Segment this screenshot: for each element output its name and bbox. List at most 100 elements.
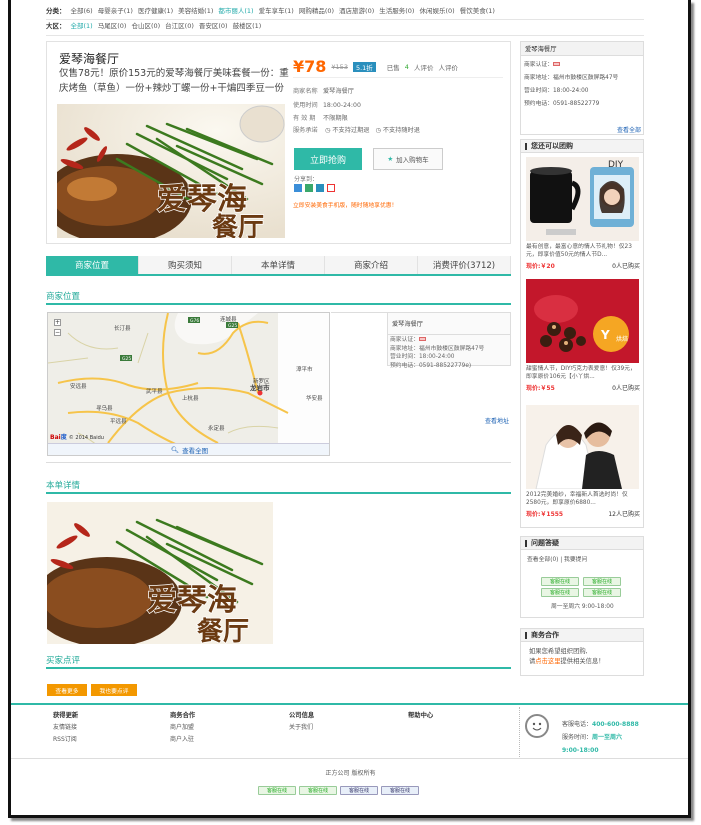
district-cangshan[interactable]: 仓山区(0)	[131, 20, 160, 30]
map-copyright: © 2014 Baidu	[68, 435, 104, 441]
qq-service-button[interactable]: 客服在线	[258, 786, 296, 795]
footer-link-rss[interactable]: RSS订阅	[53, 734, 78, 746]
qq-service-button[interactable]: 客服在线	[381, 786, 419, 795]
tab-location[interactable]: 商家位置	[46, 256, 139, 274]
footer-link-join[interactable]: 商户加盟	[170, 722, 195, 734]
zoom-in-icon[interactable]: +	[54, 319, 61, 326]
footer-col-help: 帮助中心	[408, 710, 433, 722]
more-reviews-button[interactable]: 查看更多	[47, 684, 87, 696]
category-all[interactable]: 全部(6)	[71, 5, 93, 15]
deal-description: 仅售78元！原价153元的爱琴海餐厅美味套餐一份：重庆烤鱼（草鱼）一份+辣炒丁螺…	[59, 68, 289, 94]
hours-label: 使用时间	[293, 102, 318, 109]
sidebar-merchant-box: 爱琴海餐厅 商家认证： 商家地址：福州市鼓楼区鼓屏路47号 营业时间：18:00…	[520, 41, 644, 135]
footer-col-title: 公司信息	[289, 712, 315, 719]
buy-now-button[interactable]: 立即抢购	[294, 148, 362, 170]
coop-text-1: 如果您希望组织团购,	[529, 648, 588, 655]
sidebar-qa-title: 问题答疑	[521, 537, 643, 550]
qq-service-button[interactable]: 客服在线	[299, 786, 337, 795]
category-beauty[interactable]: 美容结婚(1)	[178, 5, 213, 15]
share-renren-icon[interactable]	[305, 184, 313, 192]
baidu-map[interactable]: 连城县 长汀县 龙岩市 永定县 上杭县 武平县 安远县 寻乌县 平远县 华安县 …	[47, 312, 330, 456]
search-icon: 🔍︎	[170, 445, 180, 454]
svg-text:G25: G25	[122, 356, 131, 362]
qq-service-button[interactable]: 客服在线	[541, 577, 579, 586]
recommendation-image[interactable]	[526, 405, 639, 489]
qa-ask-link[interactable]: 我要提问	[564, 557, 587, 563]
service-phone: 400-600-8888	[592, 721, 639, 728]
sidebar-coop-box: 商务合作 如果您希望组织团购, 请点击这里提供相关信息！	[520, 628, 644, 676]
write-review-button[interactable]: 我也要点评	[91, 684, 137, 696]
tab-details[interactable]: 本单详情	[232, 256, 325, 274]
guarantee-1: 不支持过期退	[332, 127, 370, 134]
recommendation-caption[interactable]: 最有创意，最富心意的情人节礼物！仅23元，即享价值50元的情人节D...	[526, 243, 640, 259]
recommendation-price: 现价:￥55	[526, 385, 555, 392]
tab-reviews[interactable]: 消费评价(3712)	[418, 256, 511, 274]
share-qzone-icon[interactable]	[294, 184, 302, 192]
recommendation-image[interactable]: Y 烘焙	[526, 279, 639, 363]
category-baby[interactable]: 母婴亲子(1)	[98, 5, 133, 15]
share-kaixin-icon[interactable]	[316, 184, 324, 192]
footer-link-settle[interactable]: 商户入驻	[170, 734, 195, 746]
coop-text-2-row: 请点击这里提供相关信息！	[529, 657, 635, 667]
map-place-yongding: 永定县	[208, 424, 225, 432]
footer-col-title: 帮助中心	[408, 712, 434, 719]
district-filter: 大区： 全部(1) 马尾区(0) 仓山区(0) 台江区(0) 晋安区(0) 鼓楼…	[46, 14, 644, 36]
sidebar-address: 商家地址：福州市鼓楼区鼓屏路47号	[524, 75, 619, 81]
deal-box: 爱琴海餐厅 仅售78元！原价153元的爱琴海餐厅美味套餐一份：重庆烤鱼（草鱼）一…	[46, 41, 511, 244]
footer-link-about[interactable]: 关于我们	[289, 722, 314, 734]
category-car[interactable]: 爱车享车(1)	[259, 5, 294, 15]
map-merchant-title: 爱琴海餐厅	[388, 313, 510, 335]
qq-service-button[interactable]: 客服在线	[583, 577, 621, 586]
deal-hero-image[interactable]: 爱琴海 餐厅	[57, 104, 285, 238]
qq-service-button[interactable]: 客服在线	[340, 786, 378, 795]
footer-qq-buttons: 客服在线 客服在线 客服在线 客服在线	[258, 786, 419, 795]
recommendation-item[interactable]: Y 烘焙 甜蜜情人节，DIY巧克力表爱意！仅39元，即享原价106元【小丫烘..…	[526, 279, 640, 392]
district-taijiang[interactable]: 台江区(0)	[165, 20, 194, 30]
footer-col-company: 公司信息 关于我们	[289, 710, 314, 734]
view-full-map-button[interactable]: 🔍︎ 查看全图	[48, 443, 329, 455]
category-food[interactable]: 餐饮美食(1)	[460, 5, 495, 15]
category-shopping[interactable]: 网购精品(0)	[299, 5, 334, 15]
qq-service-button[interactable]: 客服在线	[541, 588, 579, 597]
district-all[interactable]: 全部(1)	[71, 20, 93, 30]
sidebar-qa-box: 问题答疑 查看全部(0) | 我要提问 客服在线 客服在线 客服在线 客服在线 …	[520, 536, 644, 618]
svg-text:Y: Y	[600, 328, 610, 342]
district-mawei[interactable]: 马尾区(0)	[98, 20, 127, 30]
category-health[interactable]: 医疗健康(1)	[138, 5, 173, 15]
info-guarantee: 服务承诺 ◷ 不支持过期退 ◷ 不支持随时退	[293, 125, 420, 134]
review-count-link[interactable]: 人评价	[414, 62, 434, 72]
recommendation-caption[interactable]: 甜蜜情人节，DIY巧克力表爱意！仅39元，即享原价106元【小丫烘...	[526, 365, 640, 381]
recommendation-item[interactable]: 2012完美婚纱，幸福新人首选时尚！仅2580元，即享原价6880... 现价:…	[526, 405, 640, 518]
qq-service-button[interactable]: 客服在线	[583, 588, 621, 597]
recommendation-caption[interactable]: 2012完美婚纱，幸福新人首选时尚！仅2580元，即享原价6880...	[526, 491, 640, 507]
merchant-name: 爱琴海餐厅	[323, 88, 354, 95]
svg-text:G25: G25	[228, 323, 237, 329]
recommendation-item[interactable]: DIY 最有创意，最富心意的情人节礼物！仅23元，即享价值50元的情人节D...…	[526, 157, 640, 270]
category-women[interactable]: 都市丽人(1)	[218, 5, 253, 15]
category-hotel[interactable]: 酒店旅游(0)	[339, 5, 374, 15]
add-to-cart-button[interactable]: ★ 加入购物车	[373, 148, 443, 170]
district-filter-label: 大区：	[46, 21, 66, 30]
district-jinan[interactable]: 晋安区(0)	[199, 20, 228, 30]
service-phone-label: 客服电话：	[562, 721, 593, 728]
map-merchant-hours: 营业时间：18:00-24:00	[390, 354, 455, 360]
share-weibo-icon[interactable]	[327, 184, 335, 192]
mobile-promo-link[interactable]: 立即安装美食手机版，随时随地享优惠！	[293, 200, 397, 209]
zoom-out-icon[interactable]: −	[54, 329, 61, 336]
category-leisure[interactable]: 休闲娱乐(0)	[419, 5, 454, 15]
category-life[interactable]: 生活服务(0)	[379, 5, 414, 15]
view-address-link[interactable]: 查看地址	[485, 416, 509, 425]
tab-notice[interactable]: 购买须知	[139, 256, 232, 274]
footer-link-friends[interactable]: 友情链接	[53, 722, 78, 734]
review-link[interactable]: 人评价	[438, 62, 458, 72]
qa-view-all-link[interactable]: 查看全部(0)	[527, 557, 558, 563]
share-label: 分享到：	[294, 176, 319, 183]
view-full-map-label: 查看全图	[182, 446, 209, 455]
tab-merchant-intro[interactable]: 商家介绍	[325, 256, 418, 274]
coop-click-here-link[interactable]: 点击这里	[535, 658, 560, 665]
district-gulou[interactable]: 鼓楼区(1)	[233, 20, 262, 30]
reviews-section-title: 买家点评	[46, 654, 511, 669]
recommendation-image[interactable]: DIY	[526, 157, 639, 241]
sidebar-view-all-link[interactable]: 查看全部	[617, 125, 641, 134]
svg-text:餐厅: 餐厅	[197, 617, 249, 644]
